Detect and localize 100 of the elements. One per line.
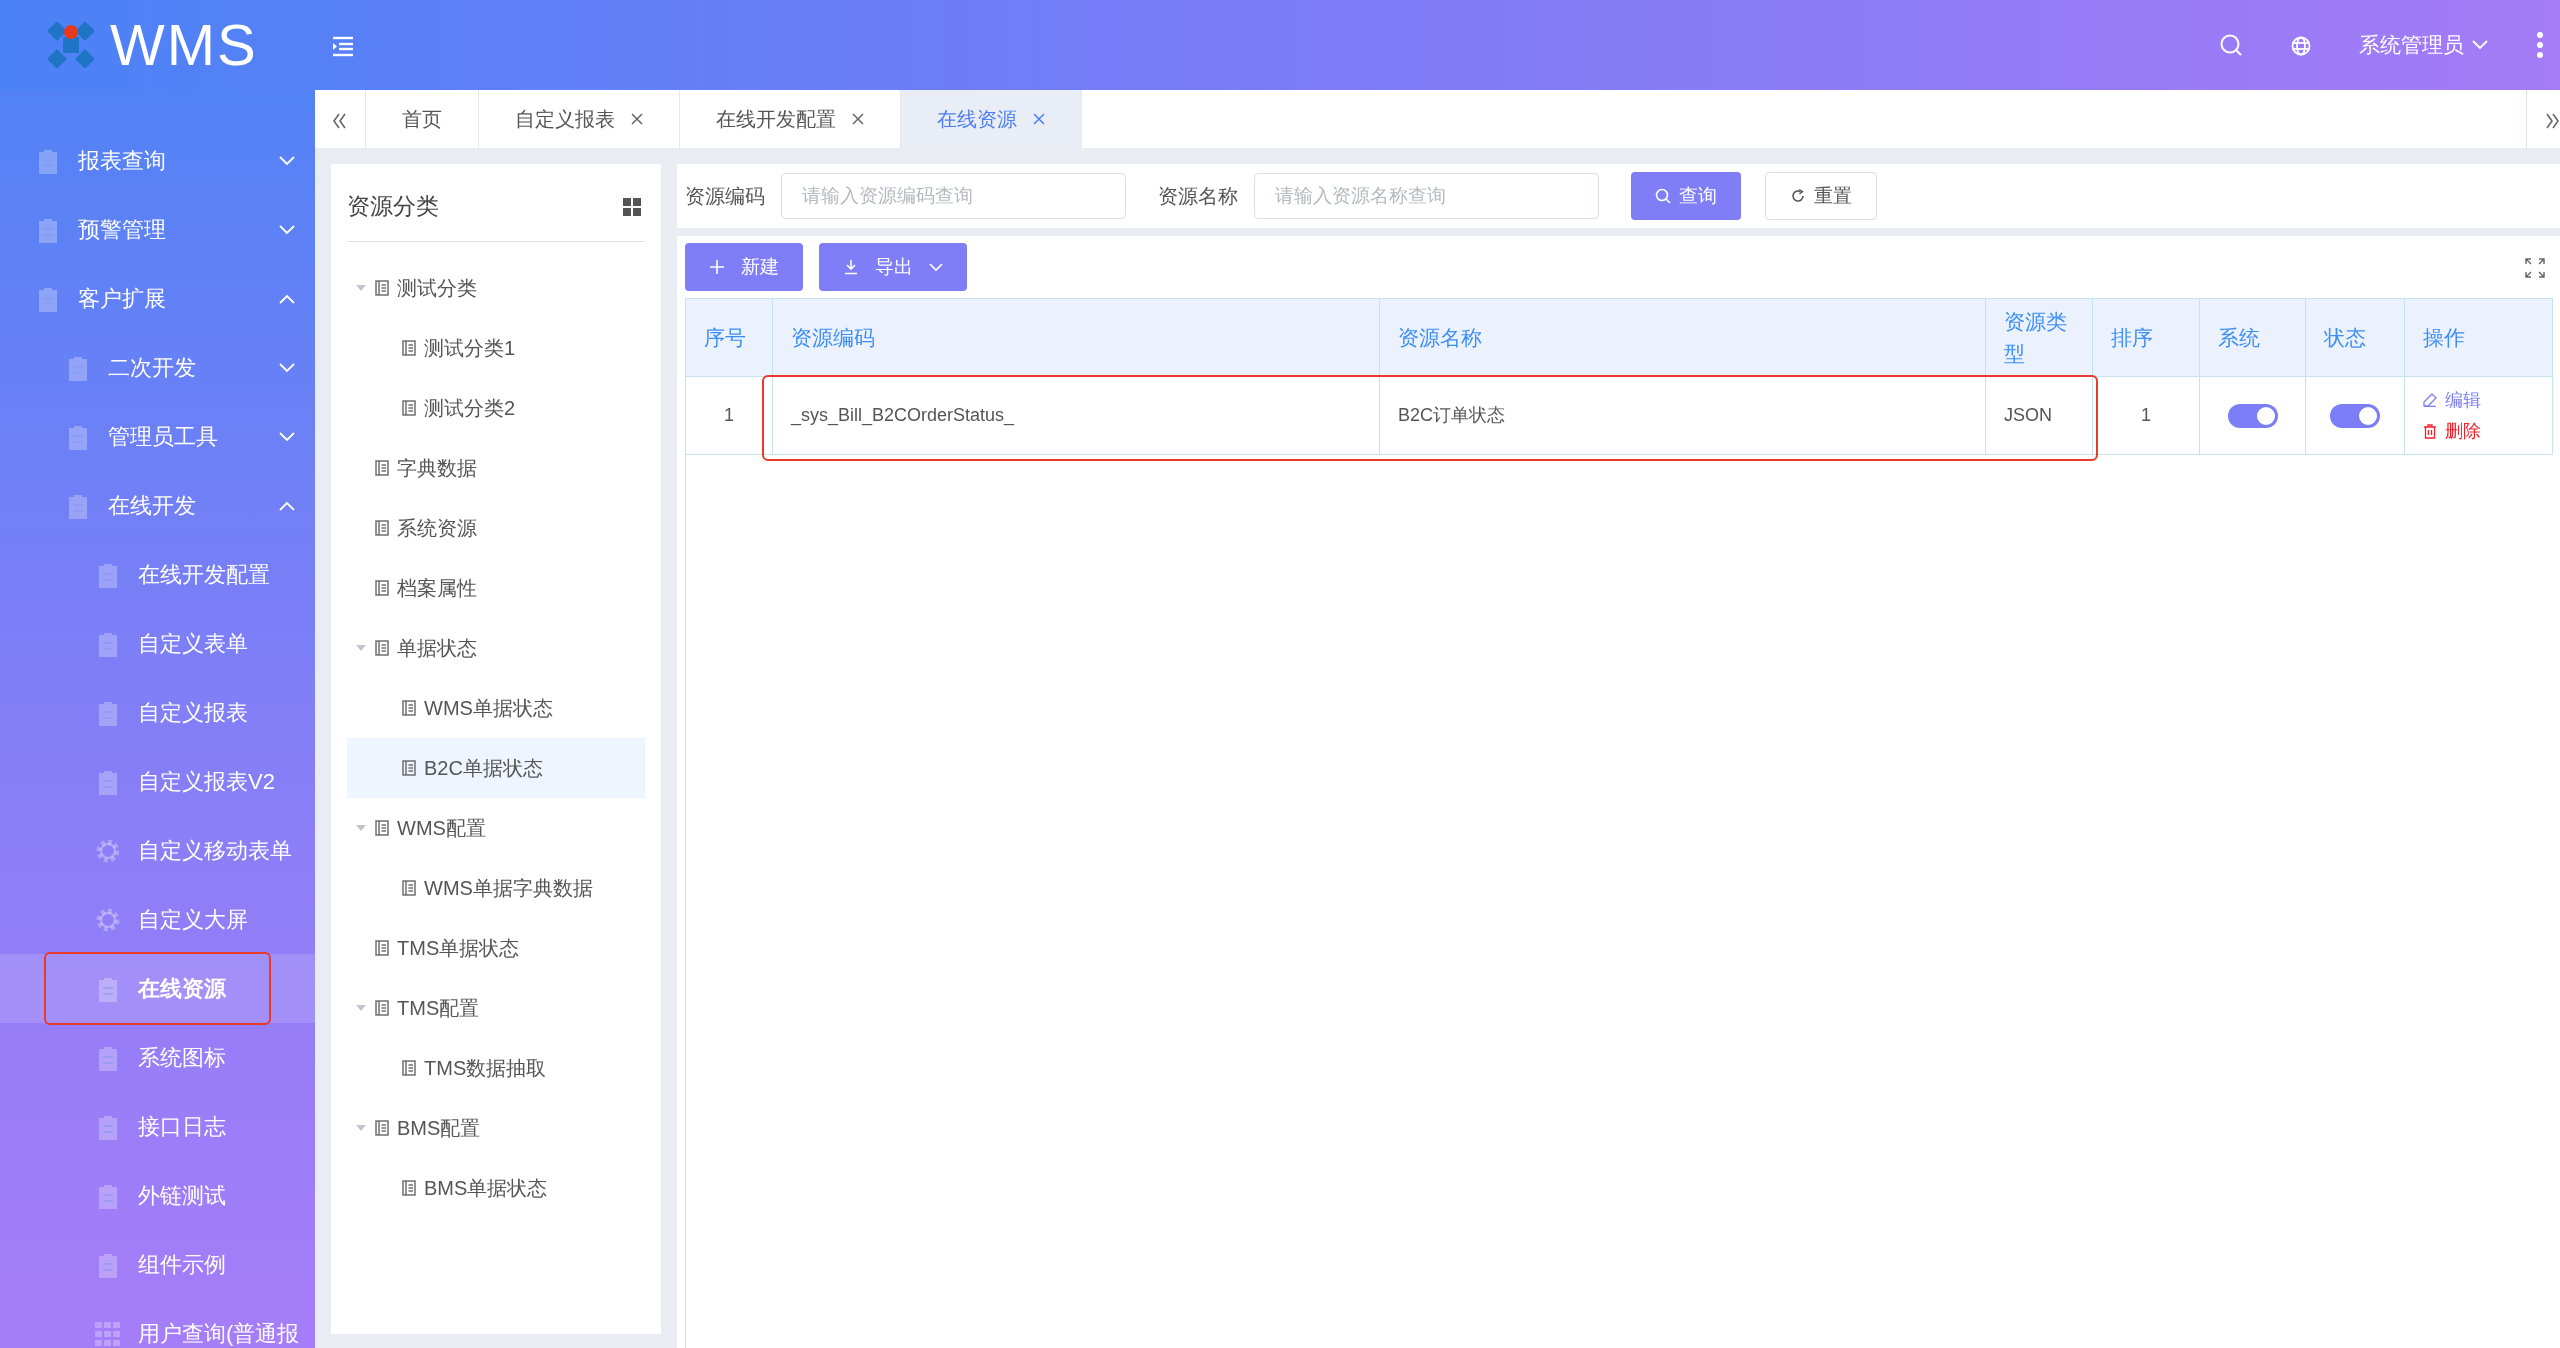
- refresh-icon: [1790, 188, 1806, 204]
- document-icon: [375, 820, 389, 836]
- field-label: 资源编码: [685, 184, 765, 209]
- delete-link[interactable]: 删除: [2423, 417, 2481, 445]
- sidebar-item[interactable]: 在线资源: [0, 954, 315, 1023]
- logo-text: WMS: [110, 16, 258, 74]
- document-icon: [402, 1180, 416, 1196]
- sidebar-item[interactable]: 组件示例: [0, 1230, 315, 1299]
- toggle-switch[interactable]: [2330, 403, 2380, 428]
- sidebar-item[interactable]: 自定义报表V2: [0, 747, 315, 816]
- document-icon: [375, 460, 389, 476]
- table-cell: 1: [2093, 377, 2200, 455]
- sidebar-item[interactable]: 在线开发: [0, 471, 315, 540]
- tree-item[interactable]: 档案属性: [347, 558, 645, 618]
- search-icon: [1655, 188, 1671, 204]
- sidebar-item[interactable]: 自定义大屏: [0, 885, 315, 954]
- tree-item[interactable]: 测试分类1: [347, 318, 645, 378]
- sidebar-item[interactable]: 系统图标: [0, 1023, 315, 1092]
- tab[interactable]: 在线资源: [901, 90, 1082, 148]
- tree-item[interactable]: TMS单据状态: [347, 918, 645, 978]
- sidebar-item[interactable]: 外链测试: [0, 1161, 315, 1230]
- document-icon: [375, 1120, 389, 1136]
- table-cell: B2C订单状态: [1380, 377, 1986, 455]
- tree-item[interactable]: TMS数据抽取: [347, 1038, 645, 1098]
- tree-item[interactable]: BMS单据状态: [347, 1158, 645, 1218]
- trash-icon: [2423, 423, 2437, 439]
- clipboard-icon: [97, 1251, 119, 1278]
- user-menu[interactable]: 系统管理员: [2359, 29, 2488, 61]
- clipboard-icon: [97, 699, 119, 726]
- clipboard-icon: [97, 975, 119, 1002]
- reset-button[interactable]: 重置: [1765, 172, 1877, 220]
- sidebar-item[interactable]: 自定义移动表单: [0, 816, 315, 885]
- column-header: 排序: [2093, 299, 2200, 377]
- sidebar-item[interactable]: 在线开发配置: [0, 540, 315, 609]
- input-field[interactable]: 请输入资源名称查询: [1254, 173, 1599, 219]
- table-cell: 1: [686, 377, 773, 455]
- tree-item[interactable]: 单据状态: [347, 618, 645, 678]
- clipboard-icon: [97, 768, 119, 795]
- double-chevron-right-icon: [2543, 112, 2560, 129]
- document-icon: [375, 520, 389, 536]
- sidebar-item[interactable]: 报表查询: [0, 126, 315, 195]
- search-button[interactable]: [2219, 32, 2243, 58]
- field-label: 资源名称: [1158, 184, 1238, 209]
- plus-icon: [709, 259, 725, 275]
- sidebar-item[interactable]: 管理员工具: [0, 402, 315, 471]
- column-header: 状态: [2306, 299, 2405, 377]
- clipboard-icon: [97, 561, 119, 588]
- table-cell: _sys_Bill_B2COrderStatus_: [773, 377, 1380, 455]
- document-icon: [375, 640, 389, 656]
- column-header: 序号: [686, 299, 773, 377]
- logo-icon: [48, 22, 94, 68]
- tree-item[interactable]: 字典数据: [347, 438, 645, 498]
- sidebar-item[interactable]: 预警管理: [0, 195, 315, 264]
- table-cell: JSON: [1986, 377, 2093, 455]
- sidebar-item[interactable]: 客户扩展: [0, 264, 315, 333]
- add-button[interactable]: 新建: [685, 243, 803, 291]
- document-icon: [375, 1000, 389, 1016]
- chevron-down-icon: [2472, 40, 2488, 50]
- document-icon: [402, 760, 416, 776]
- export-button[interactable]: 导出: [819, 243, 967, 291]
- document-icon: [375, 280, 389, 296]
- sidebar-item[interactable]: 接口日志: [0, 1092, 315, 1161]
- sidebar-item[interactable]: 用户查询(普通报: [0, 1299, 315, 1348]
- tree-item[interactable]: 系统资源: [347, 498, 645, 558]
- document-icon: [402, 700, 416, 716]
- tree-item[interactable]: TMS配置: [347, 978, 645, 1038]
- clipboard-icon: [97, 630, 119, 657]
- clipboard-icon: [67, 423, 89, 450]
- tree-item[interactable]: WMS单据状态: [347, 678, 645, 738]
- grid-icon: [95, 1321, 121, 1346]
- input-field[interactable]: 请输入资源编码查询: [781, 173, 1126, 219]
- grid-icon: [623, 197, 641, 216]
- tree-item[interactable]: 测试分类2: [347, 378, 645, 438]
- column-header: 资源编码: [773, 299, 1380, 377]
- clipboard-icon: [67, 492, 89, 519]
- document-icon: [402, 880, 416, 896]
- tree-item[interactable]: WMS配置: [347, 798, 645, 858]
- search-button[interactable]: 查询: [1631, 172, 1741, 220]
- sidebar-item[interactable]: 自定义表单: [0, 609, 315, 678]
- chevron-down-icon: [929, 262, 943, 272]
- tree-item[interactable]: BMS配置: [347, 1098, 645, 1158]
- clipboard-icon: [97, 1044, 119, 1071]
- pencil-icon: [2423, 393, 2437, 407]
- panel-title: 资源分类: [347, 192, 439, 222]
- fullscreen-button[interactable]: [2525, 255, 2545, 279]
- clipboard-icon: [97, 1113, 119, 1140]
- sidebar-item[interactable]: 二次开发: [0, 333, 315, 402]
- clipboard-icon: [97, 1182, 119, 1209]
- sidebar-item[interactable]: 自定义报表: [0, 678, 315, 747]
- tree-item[interactable]: WMS单据字典数据: [347, 858, 645, 918]
- double-chevron-left-icon: [331, 112, 349, 129]
- tree-item[interactable]: B2C单据状态: [347, 738, 645, 798]
- document-icon: [375, 580, 389, 596]
- edit-link[interactable]: 编辑: [2423, 386, 2481, 414]
- clipboard-icon: [37, 285, 59, 312]
- tree-item[interactable]: 测试分类: [347, 258, 645, 318]
- download-icon: [843, 259, 859, 275]
- column-header: 资源名称: [1380, 299, 1986, 377]
- toggle-switch[interactable]: [2227, 403, 2278, 428]
- more-button[interactable]: [2536, 32, 2544, 58]
